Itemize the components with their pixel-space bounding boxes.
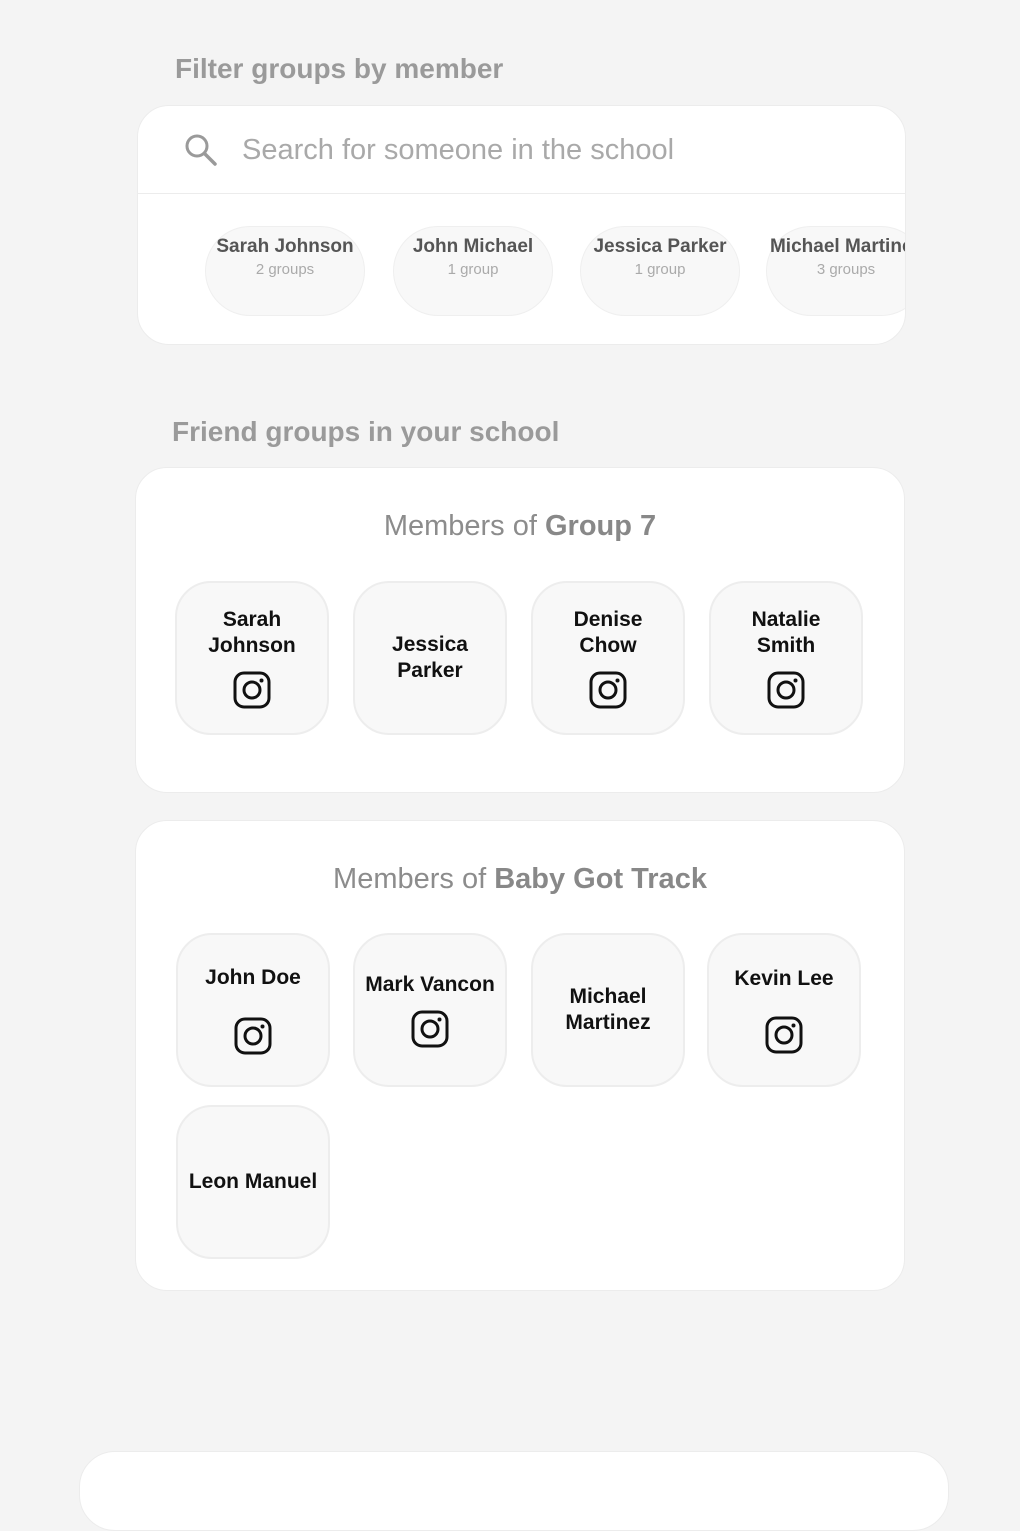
member-chip[interactable]: Michael Martinez 3 groups [766, 226, 905, 316]
group-heading: Members of Group 7 [136, 510, 904, 543]
group-card: Members of Baby Got Track John Doe Mark … [135, 820, 905, 1291]
member-card[interactable]: Leon Manuel [176, 1105, 330, 1259]
member-name: Michael Martinez [565, 985, 651, 1034]
member-card[interactable]: Denise Chow [531, 581, 685, 735]
member-chip[interactable]: John Michael 1 group [393, 226, 553, 316]
members-of-label: Members of [383, 510, 537, 542]
member-card[interactable]: Mark Vancon [353, 933, 507, 1087]
filter-section-title: Filter groups by member [175, 53, 504, 84]
member-name: Denise Chow [573, 608, 643, 657]
search-icon [185, 134, 217, 166]
chip-group-count: 1 group [634, 261, 686, 278]
search-input[interactable] [242, 126, 842, 174]
member-name: Kevin Lee [734, 967, 834, 990]
chip-group-count: 3 groups [816, 261, 876, 278]
search-bar[interactable] [138, 106, 905, 194]
instagram-icon[interactable] [233, 671, 271, 709]
member-card[interactable]: Jessica Parker [353, 581, 507, 735]
group-heading: Members of Baby Got Track [136, 863, 904, 896]
group-name: Baby Got Track [494, 863, 707, 895]
chip-group-count: 1 group [447, 261, 499, 278]
member-name: Sarah Johnson [208, 608, 296, 657]
member-card[interactable]: John Doe [176, 933, 330, 1087]
instagram-icon[interactable] [234, 1017, 272, 1055]
chip-group-count: 2 groups [255, 261, 315, 278]
group-card: Members of Group 7 Sarah Johnson Jessica… [135, 467, 905, 793]
group-name: Group 7 [545, 510, 657, 542]
member-name: Natalie Smith [751, 608, 821, 657]
member-chip[interactable]: Sarah Johnson 2 groups [205, 226, 365, 316]
chip-name: Michael Martinez [769, 236, 905, 257]
member-card[interactable]: Sarah Johnson [175, 581, 329, 735]
bottom-sheet [79, 1451, 949, 1531]
chip-name: Sarah Johnson [216, 236, 354, 257]
groups-section-title: Friend groups in your school [172, 416, 560, 447]
member-name: Leon Manuel [188, 1170, 318, 1193]
instagram-icon[interactable] [411, 1010, 449, 1048]
member-card[interactable]: Natalie Smith [709, 581, 863, 735]
member-card[interactable]: Michael Martinez [531, 933, 685, 1087]
chip-name: Jessica Parker [593, 236, 727, 257]
chip-name: John Michael [412, 236, 534, 257]
instagram-icon[interactable] [589, 671, 627, 709]
member-card[interactable]: Kevin Lee [707, 933, 861, 1087]
instagram-icon[interactable] [765, 1016, 803, 1054]
member-name: Mark Vancon [365, 973, 495, 996]
member-chip[interactable]: Jessica Parker 1 group [580, 226, 740, 316]
filter-card: Sarah Johnson 2 groups John Michael 1 gr… [137, 105, 906, 345]
member-name: John Doe [205, 966, 301, 989]
members-of-label: Members of [333, 863, 487, 895]
instagram-icon[interactable] [767, 671, 805, 709]
member-name: Jessica Parker [392, 633, 468, 682]
